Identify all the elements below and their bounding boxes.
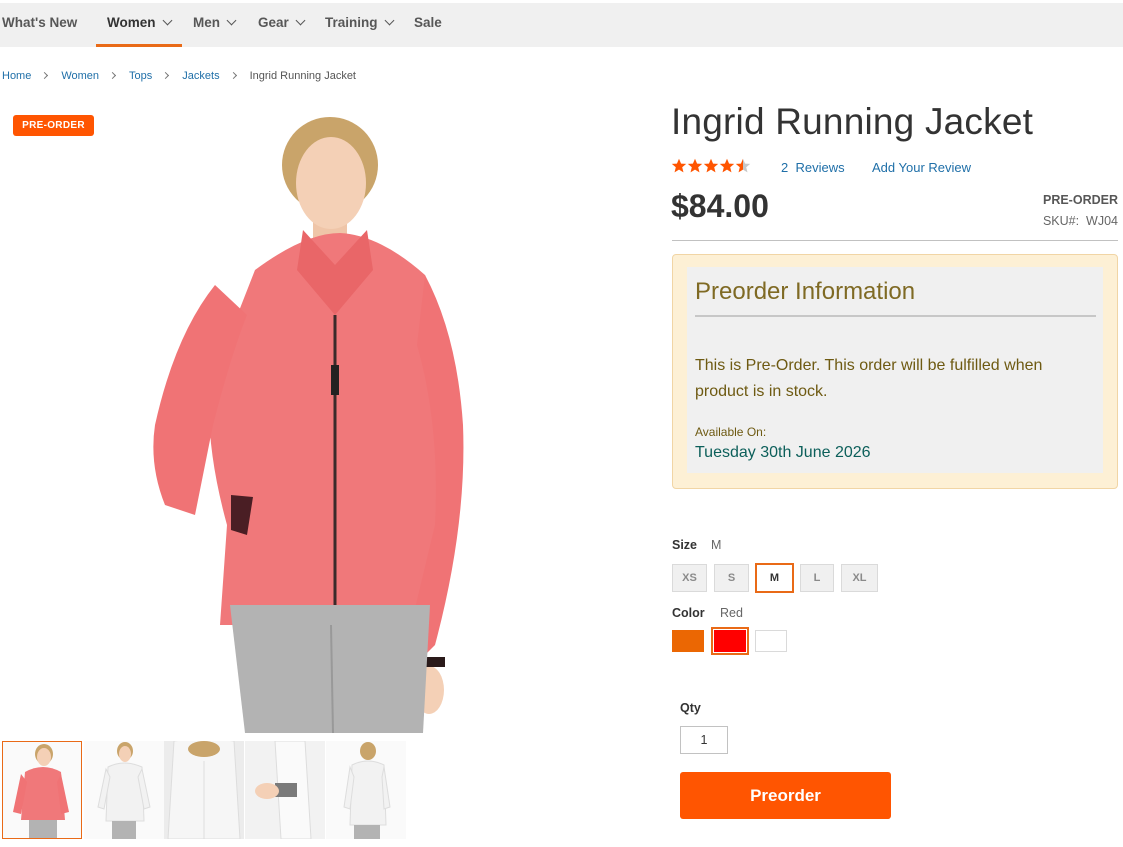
nav-item-women[interactable]: Women [96,3,182,47]
thumbnail-image [13,744,69,838]
rating-stars [671,158,751,176]
chevron-down-icon [162,15,172,26]
preorder-info-title: Preorder Information [695,278,916,305]
preorder-info-panel: Preorder Information This is Pre-Order. … [687,267,1103,473]
thumbnail-2[interactable] [84,741,164,839]
available-on-date: Tuesday 30th June 2026 [695,444,871,461]
size-option-m[interactable]: M [755,563,794,593]
divider [672,240,1118,241]
breadcrumb-link-women[interactable]: Women [61,70,99,82]
star-icon [671,158,687,173]
reviews-link[interactable]: 2 Reviews [781,160,845,175]
chevron-down-icon [384,15,394,26]
preorder-info-box: Preorder Information This is Pre-Order. … [672,254,1118,489]
nav-item-training[interactable]: Training [325,3,394,47]
product-title: Ingrid Running Jacket [671,101,1034,142]
size-option-l[interactable]: L [800,564,834,592]
nav-item-label: Women [107,15,156,30]
size-option-s[interactable]: S [714,564,749,592]
sku: SKU#: WJ04 [1043,214,1118,228]
chevron-down-icon [295,15,306,26]
nav-item-label: Gear [258,15,289,30]
thumbnail-4[interactable] [245,741,325,839]
star-icon [719,158,735,173]
divider [695,315,1096,317]
preorder-button[interactable]: Preorder [680,772,891,819]
thumbnail-3[interactable] [164,741,244,839]
color-swatch-red[interactable] [711,627,749,655]
nav-item-whats-new[interactable]: What's New [2,3,77,47]
breadcrumb-link-tops[interactable]: Tops [129,70,152,82]
chevron-right-icon [229,71,237,80]
color-swatch-orange[interactable] [672,630,704,652]
chevron-down-icon [226,15,237,26]
thumbnail-image [97,742,151,839]
nav-item-label: Men [193,15,220,30]
thumbnail-image [245,741,325,839]
preorder-badge: PRE-ORDER [13,115,94,136]
nav-item-label: Sale [414,15,442,30]
size-label: Size [672,538,698,552]
chevron-right-icon [109,71,117,80]
chevron-right-icon [162,71,170,80]
size-option-xl[interactable]: XL [841,564,878,592]
nav-item-men[interactable]: Men [193,3,237,47]
star-half-icon [735,158,751,173]
color-selected-value: Red [720,606,743,620]
qty-input[interactable] [680,726,728,754]
star-icon [687,158,703,173]
star-icon [703,158,719,173]
sku-label: SKU#: [1042,214,1080,228]
add-review-link[interactable]: Add Your Review [872,160,971,175]
preorder-message: This is Pre-Order. This order will be fu… [695,357,1043,400]
nav-item-gear[interactable]: Gear [258,3,306,47]
breadcrumb-current: Ingrid Running Jacket [249,70,356,82]
product-main-image[interactable] [135,105,480,733]
size-option-xs[interactable]: XS [672,564,707,592]
nav-item-label: Training [325,15,378,30]
thumbnail-image [164,741,244,839]
color-label: Color [672,606,705,620]
main-navigation: What's New Women Men Gear Training Sale [0,3,1123,47]
thumbnail-5[interactable] [326,741,406,839]
breadcrumb: Home Women Tops Jackets Ingrid Running Jacke… [2,70,356,82]
size-selected-value: M [711,538,722,552]
chevron-right-icon [41,71,49,80]
stock-status: PRE-ORDER [1042,193,1118,207]
thumbnail-image [343,742,391,839]
thumbnail-1[interactable] [2,741,82,839]
sku-value: WJ04 [1086,214,1118,228]
available-on-label: Available On: [695,425,767,439]
breadcrumb-link-jackets[interactable]: Jackets [182,70,219,82]
nav-item-sale[interactable]: Sale [414,3,442,47]
qty-label: Qty [680,701,701,715]
color-swatch-white[interactable] [755,630,787,652]
product-price: $84.00 [671,188,769,224]
breadcrumb-link-home[interactable]: Home [2,70,31,82]
nav-item-label: What's New [2,15,78,30]
